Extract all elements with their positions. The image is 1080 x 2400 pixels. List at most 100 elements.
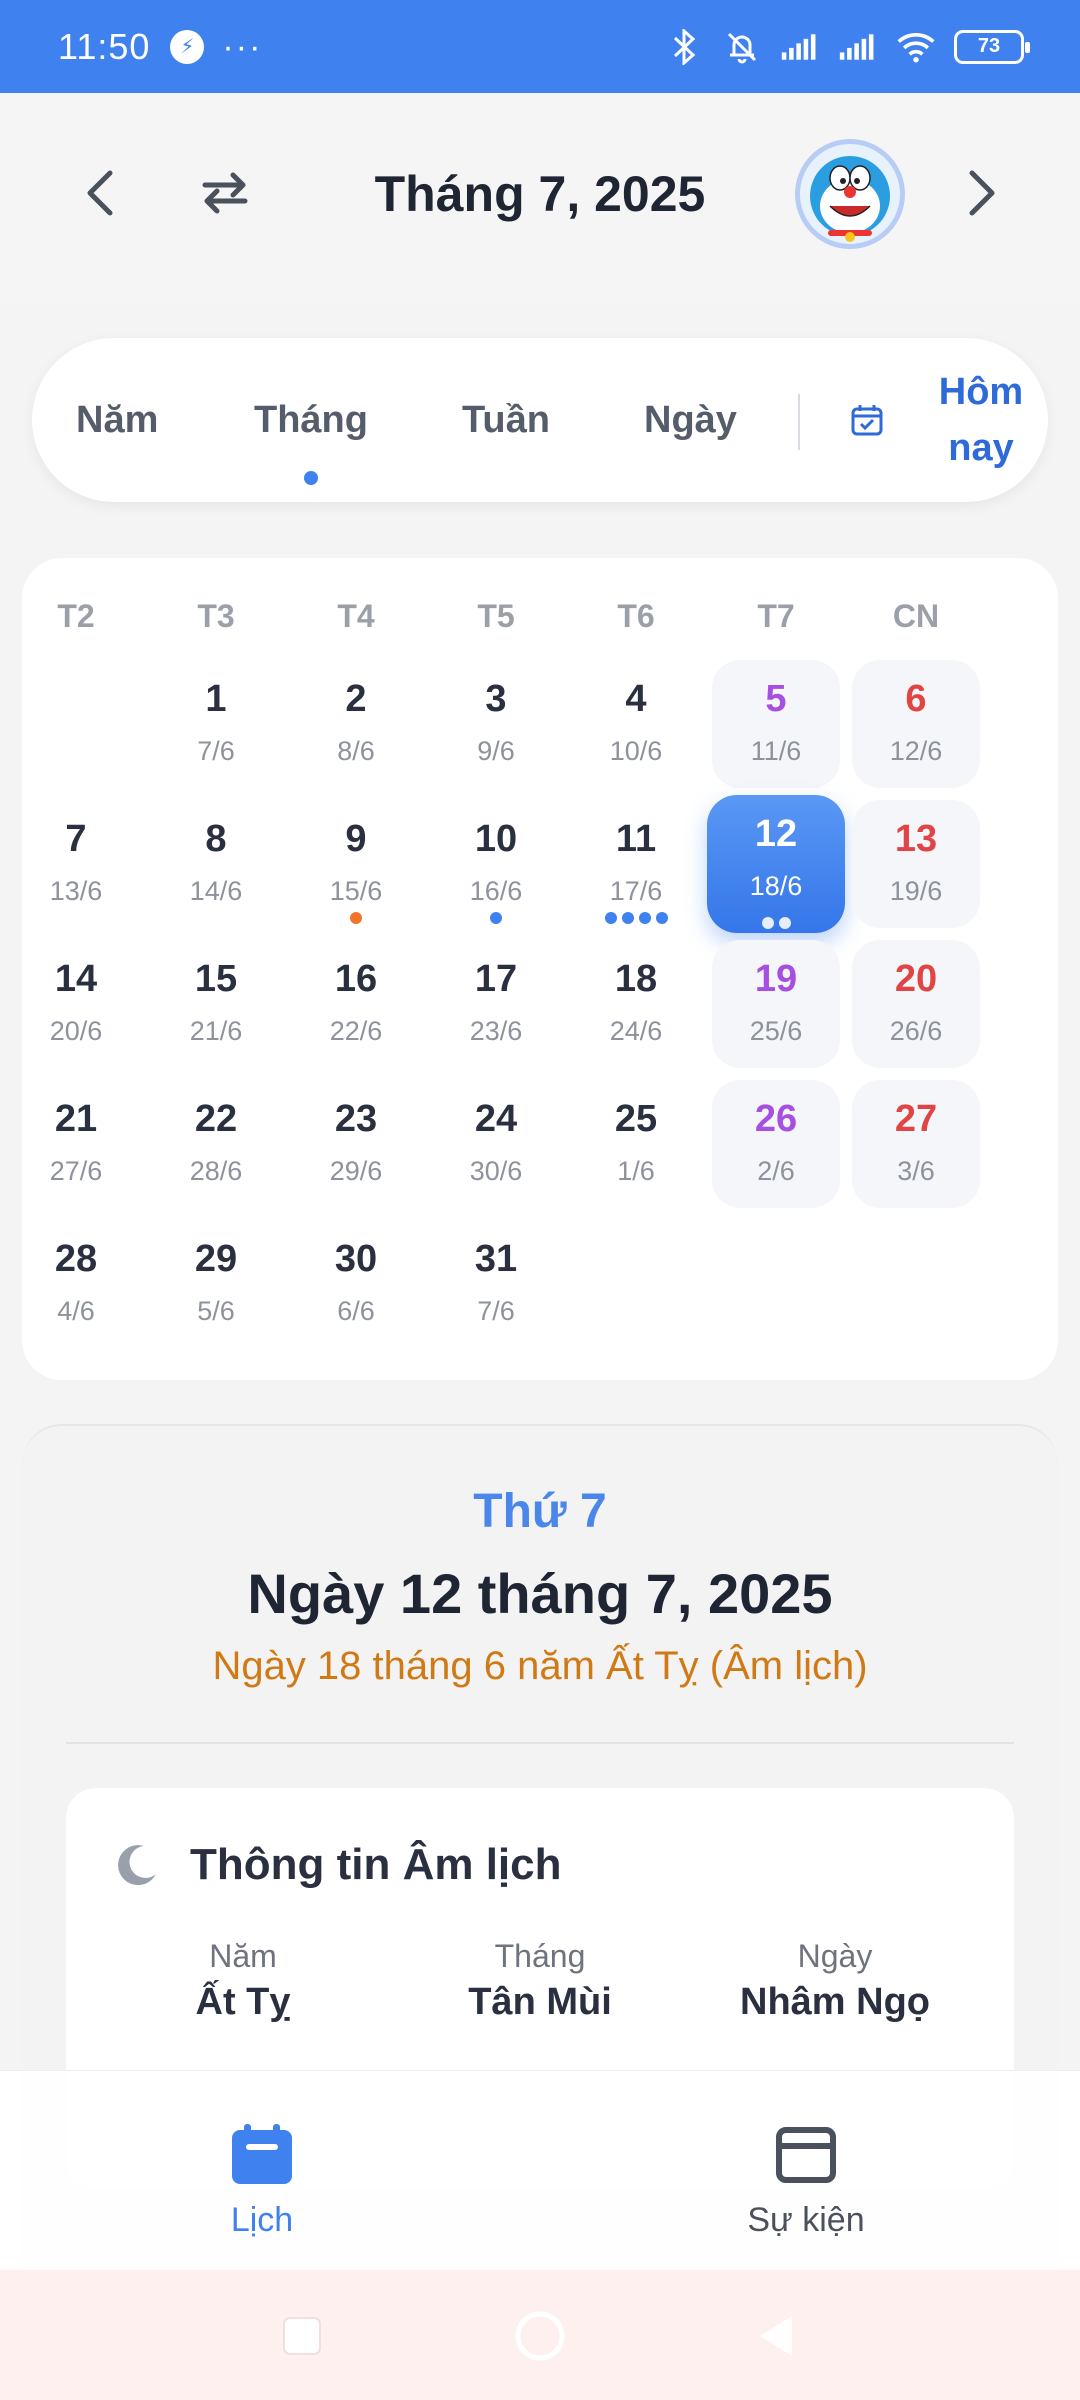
events-icon bbox=[773, 2121, 839, 2187]
nav-events[interactable]: Sự kiện bbox=[696, 2121, 916, 2240]
day-cell[interactable]: 4 10/6 bbox=[572, 660, 700, 788]
day-number: 24 bbox=[474, 1098, 518, 1140]
event-dot bbox=[761, 917, 774, 929]
day-cell[interactable]: 6 12/6 bbox=[852, 660, 980, 788]
day-cell[interactable]: 31 7/6 bbox=[432, 1220, 560, 1348]
day-number: 20 bbox=[894, 958, 938, 1000]
day-cell[interactable]: 19 25/6 bbox=[712, 940, 840, 1068]
lunar-month-label: Tháng bbox=[494, 1938, 586, 1974]
day-cell[interactable]: 15 21/6 bbox=[152, 940, 280, 1068]
day-number: 26 bbox=[754, 1098, 798, 1140]
event-dot bbox=[604, 912, 617, 924]
lunar-day: 2/6 bbox=[757, 1156, 795, 1186]
selected-weekday: Thứ 7 bbox=[473, 1485, 607, 1538]
day-cell[interactable]: 3 9/6 bbox=[432, 660, 560, 788]
lunar-day: 21/6 bbox=[189, 1016, 243, 1046]
triangle-back-icon bbox=[760, 2316, 792, 2356]
tab-year[interactable]: Năm bbox=[76, 338, 158, 502]
signal-icon-1 bbox=[780, 27, 820, 67]
day-number: 30 bbox=[334, 1238, 378, 1280]
swap-calendar-button[interactable] bbox=[195, 163, 255, 223]
day-cell[interactable]: 22 28/6 bbox=[152, 1080, 280, 1208]
event-dot bbox=[778, 917, 791, 929]
selected-date: Ngày 12 tháng 7, 2025 bbox=[247, 1562, 833, 1625]
day-cell[interactable]: 7 13/6 bbox=[12, 800, 140, 928]
day-number: 15 bbox=[194, 958, 238, 1000]
messenger-icon: ⚡ bbox=[170, 29, 205, 64]
day-cell[interactable]: 14 20/6 bbox=[12, 940, 140, 1068]
day-cell[interactable]: 13 19/6 bbox=[852, 800, 980, 928]
day-number: 13 bbox=[894, 818, 938, 860]
day-number: 12 bbox=[754, 813, 798, 855]
lunar-day: 20/6 bbox=[49, 1016, 103, 1046]
lunar-day: 22/6 bbox=[329, 1016, 383, 1046]
lunar-day: 7/6 bbox=[477, 1296, 515, 1326]
day-cell[interactable]: 9 15/6 bbox=[292, 800, 420, 928]
selected-lunar-date: Ngày 18 tháng 6 năm Ất Tỵ (Âm lịch) bbox=[212, 1644, 868, 1688]
tab-day[interactable]: Ngày bbox=[644, 338, 737, 502]
event-dot bbox=[621, 912, 634, 924]
day-number: 16 bbox=[334, 958, 378, 1000]
day-cell[interactable]: 26 2/6 bbox=[712, 1080, 840, 1208]
day-cell[interactable]: 29 5/6 bbox=[152, 1220, 280, 1348]
day-cell[interactable]: 17 23/6 bbox=[432, 940, 560, 1068]
day-cell[interactable]: 23 29/6 bbox=[292, 1080, 420, 1208]
page-title: Tháng 7, 2025 bbox=[374, 166, 706, 222]
day-cell[interactable]: 28 4/6 bbox=[12, 1220, 140, 1348]
today-button[interactable]: Hôm nay bbox=[850, 366, 1056, 474]
day-number: 23 bbox=[334, 1098, 378, 1140]
day-cell[interactable]: 10 16/6 bbox=[432, 800, 560, 928]
more-notifications-icon: ··· bbox=[222, 27, 263, 66]
tab-week[interactable]: Tuần bbox=[462, 338, 550, 502]
nav-calendar-label: Lịch bbox=[230, 2201, 294, 2239]
tabs-divider bbox=[798, 394, 800, 450]
day-number: 9 bbox=[345, 818, 367, 860]
chevron-right-icon bbox=[969, 170, 995, 216]
day-cell[interactable]: 16 22/6 bbox=[292, 940, 420, 1068]
avatar[interactable] bbox=[795, 139, 905, 249]
day-number: 28 bbox=[54, 1238, 98, 1280]
weekday-header: CN bbox=[892, 598, 940, 634]
lunar-day: 16/6 bbox=[469, 876, 523, 906]
day-cell[interactable]: 30 6/6 bbox=[292, 1220, 420, 1348]
day-number: 11 bbox=[615, 818, 657, 860]
lunar-day: 24/6 bbox=[609, 1016, 663, 1046]
swap-arrows-icon bbox=[202, 172, 248, 214]
day-cell[interactable]: 11 17/6 bbox=[572, 800, 700, 928]
day-cell[interactable]: 27 3/6 bbox=[852, 1080, 980, 1208]
divider bbox=[66, 1742, 1014, 1744]
home-button[interactable] bbox=[512, 2308, 568, 2364]
day-cell[interactable]: 5 11/6 bbox=[712, 660, 840, 788]
day-cell[interactable]: 8 14/6 bbox=[152, 800, 280, 928]
mute-bell-icon bbox=[722, 27, 762, 67]
day-number: 4 bbox=[625, 678, 647, 720]
day-cell[interactable]: 20 26/6 bbox=[852, 940, 980, 1068]
next-month-button[interactable] bbox=[952, 163, 1012, 223]
day-cell[interactable]: 18 24/6 bbox=[572, 940, 700, 1068]
lunar-day: 26/6 bbox=[889, 1016, 943, 1046]
day-cell[interactable]: 2 8/6 bbox=[292, 660, 420, 788]
month-calendar-grid: T2 T3 T4 T5 T6 T7 CN 1 7/6 2 8/6 3 9/6 4 10/6 5 11/6 6 12/… bbox=[22, 558, 1058, 1380]
calendar-icon bbox=[229, 2121, 295, 2187]
lunar-info-title: Thông tin Âm lịch bbox=[190, 1840, 562, 1889]
day-number: 6 bbox=[905, 678, 927, 720]
lunar-day: Ngày Nhâm Ngọ bbox=[690, 1938, 980, 2024]
back-button[interactable] bbox=[748, 2308, 804, 2364]
recent-apps-button[interactable] bbox=[274, 2308, 330, 2364]
lunar-day: 15/6 bbox=[329, 876, 383, 906]
lunar-day: 11/6 bbox=[750, 736, 802, 766]
weekday-header: T2 bbox=[57, 598, 95, 634]
day-number: 19 bbox=[754, 958, 798, 1000]
lunar-year-label: Năm bbox=[209, 1938, 277, 1974]
day-number: 7 bbox=[65, 818, 87, 860]
day-cell[interactable]: 21 27/6 bbox=[12, 1080, 140, 1208]
weekday-header: T5 bbox=[477, 598, 515, 634]
lunar-day: 23/6 bbox=[469, 1016, 523, 1046]
lunar-day: 1/6 bbox=[617, 1156, 655, 1186]
previous-month-button[interactable] bbox=[70, 163, 130, 223]
day-cell-selected[interactable]: 12 18/6 bbox=[707, 795, 845, 933]
day-cell[interactable]: 25 1/6 bbox=[572, 1080, 700, 1208]
day-cell[interactable]: 24 30/6 bbox=[432, 1080, 560, 1208]
nav-calendar[interactable]: Lịch bbox=[152, 2121, 372, 2240]
day-cell[interactable]: 1 7/6 bbox=[152, 660, 280, 788]
